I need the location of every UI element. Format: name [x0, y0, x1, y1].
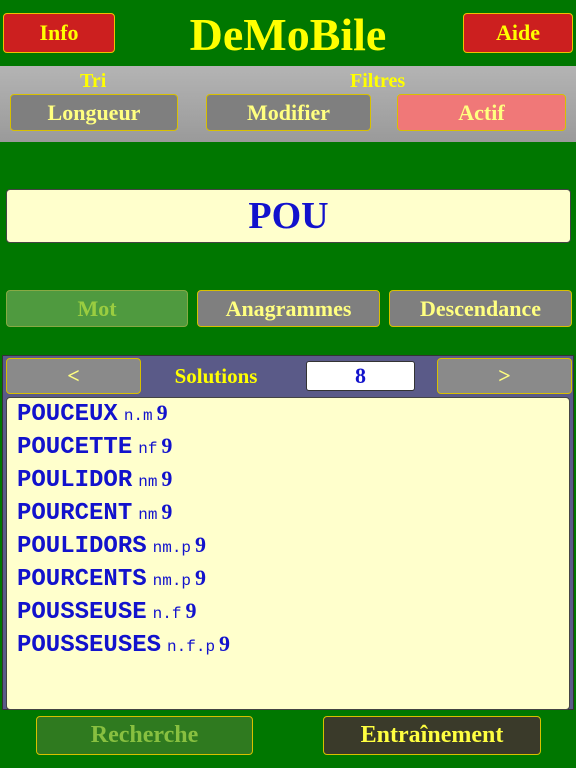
sort-longueur-button[interactable]: Longueur [10, 94, 178, 131]
list-item[interactable]: POUCEUX n.m 9 [17, 400, 569, 433]
mode-mot-button[interactable]: Mot [6, 290, 188, 327]
solution-category: nm [138, 506, 158, 524]
solution-word: POULIDOR [17, 467, 133, 494]
mode-descendance-button[interactable]: Descendance [389, 290, 572, 327]
entrainement-button[interactable]: Entraînement [323, 716, 541, 755]
filter-actif-button[interactable]: Actif [397, 94, 566, 131]
list-item[interactable]: POULIDORS nm.p 9 [17, 532, 569, 565]
solution-word: POUSSEUSE [17, 599, 147, 626]
solution-length: 9 [195, 565, 207, 590]
recherche-button[interactable]: Recherche [36, 716, 253, 755]
list-item[interactable]: POUSSEUSE n.f 9 [17, 598, 569, 631]
solution-category: n.f.p [167, 638, 216, 656]
solutions-list[interactable]: POUCEUX n.m 9 POUCETTE nf 9 POULIDOR nm 9 POUR… [6, 397, 570, 710]
solution-word: POUSSEUSES [17, 632, 162, 659]
next-page-button[interactable]: > [437, 358, 572, 394]
app-title: DeMoBile [189, 8, 387, 60]
solution-length: 9 [156, 400, 168, 425]
solution-length: 9 [185, 598, 197, 623]
search-word-field[interactable]: POU [6, 189, 571, 243]
list-item[interactable]: POURCENT nm 9 [17, 499, 569, 532]
mode-anagrammes-button[interactable]: Anagrammes [197, 290, 380, 327]
solution-word: POURCENTS [17, 566, 147, 593]
list-item[interactable]: POUSSEUSES n.f.p 9 [17, 631, 569, 664]
solutions-label: Solutions [174, 363, 258, 388]
list-item[interactable]: POULIDOR nm 9 [17, 466, 569, 499]
filter-modifier-button[interactable]: Modifier [206, 94, 371, 131]
solution-category: nm [138, 473, 158, 491]
solution-length: 9 [161, 466, 173, 491]
solution-length: 9 [161, 433, 173, 458]
previous-page-button[interactable]: < [6, 358, 141, 394]
solution-length: 9 [195, 532, 207, 557]
info-button[interactable]: Info [3, 13, 115, 53]
solution-length: 9 [161, 499, 173, 524]
solution-word: POULIDORS [17, 533, 147, 560]
filtres-label: Filtres [350, 70, 406, 92]
tri-label: Tri [80, 70, 107, 92]
solution-category: nm.p [152, 539, 192, 557]
list-item[interactable]: POURCENTS nm.p 9 [17, 565, 569, 598]
solution-word: POUCETTE [17, 434, 133, 461]
solution-category: nf [138, 440, 158, 458]
solutions-count: 8 [306, 361, 415, 391]
solution-word: POUCEUX [17, 401, 118, 428]
solution-length: 9 [219, 631, 231, 656]
solution-category: n.m [123, 407, 153, 425]
aide-button[interactable]: Aide [463, 13, 573, 53]
solution-word: POURCENT [17, 500, 133, 527]
solution-category: n.f [152, 605, 182, 623]
list-item[interactable]: POUCETTE nf 9 [17, 433, 569, 466]
solution-category: nm.p [152, 572, 192, 590]
